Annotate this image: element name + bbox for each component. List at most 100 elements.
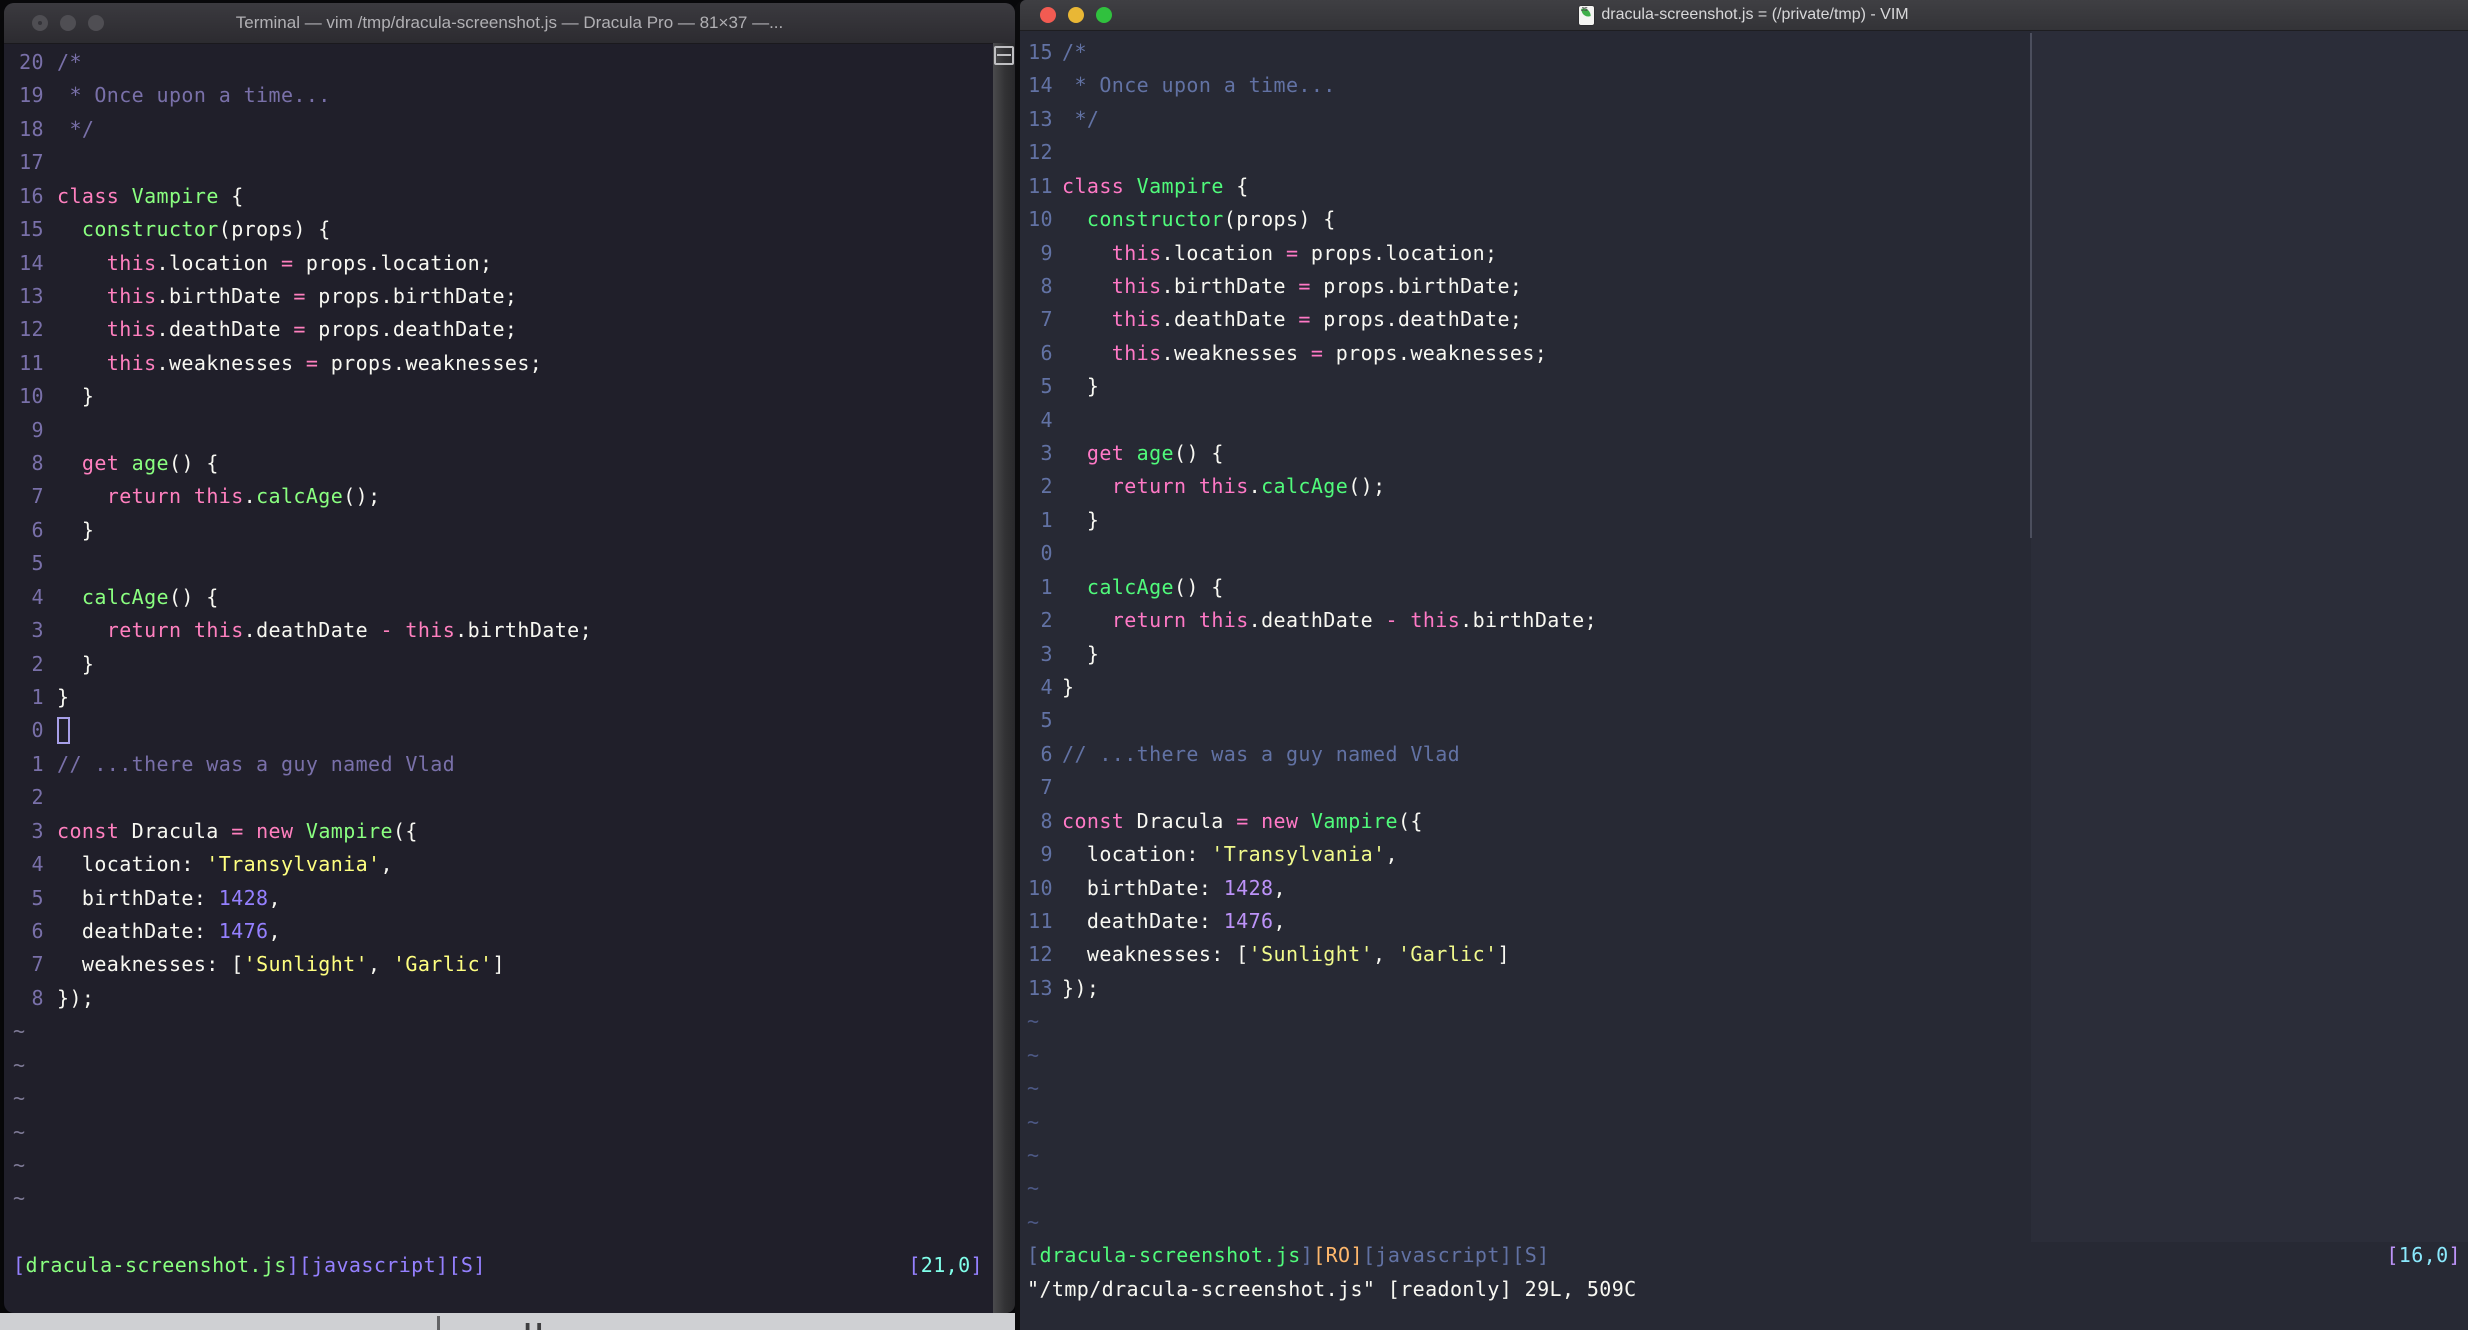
window-title: JS dracula-screenshot.js = (/private/tmp… [1579,0,1909,30]
code-line[interactable]: 6 } [4,514,1015,547]
close-dot-icon [38,21,42,25]
line-number: 15 [19,217,44,242]
tilde-line: ~ [13,1119,26,1144]
terminal-window: Terminal — vim /tmp/dracula-screenshot.j… [4,3,1015,1313]
background-partial-text: H [524,1317,604,1330]
code-line[interactable]: 3 return this.deathDate - this.birthDate… [4,614,1015,647]
line-number: 17 [19,150,44,175]
background-window-divider [437,1316,440,1330]
code-line[interactable]: 1// ...there was a guy named Vlad [4,748,1015,781]
line-number: 14 [1028,73,1053,98]
line-number: 11 [1028,908,1053,933]
minimize-button[interactable] [1068,7,1084,23]
vim-status-line: [dracula-screenshot.js][RO][javascript][… [1020,1239,2468,1272]
code-line[interactable]: 3 const Dracula = new Vampire({ [4,815,1015,848]
line-number: 4 [31,584,44,609]
code-line[interactable]: 15 constructor(props) { [4,213,1015,246]
line-number: 5 [31,885,44,910]
close-button[interactable] [32,15,48,31]
line-number: 16 [19,183,44,208]
window-title-text: dracula-screenshot.js = (/private/tmp) -… [1601,6,1909,23]
line-number: 6 [31,517,44,542]
line-number: 4 [1040,675,1053,700]
line-number: 19 [19,83,44,108]
line-number: 4 [31,852,44,877]
code-line[interactable]: 16 class Vampire { [4,180,1015,213]
code-line[interactable]: 0 [4,714,1015,747]
zoom-button[interactable] [1096,7,1112,23]
line-number: 8 [31,985,44,1010]
document-js-icon: JS [1579,5,1595,25]
status-file-info: [dracula-screenshot.js][RO][javascript][… [1027,1243,1550,1268]
line-number: 5 [31,551,44,576]
minimize-button[interactable] [60,15,76,31]
line-number: 15 [1028,40,1053,64]
line-number: 9 [1040,240,1053,265]
line-number: 12 [1028,942,1053,967]
line-number: 1 [1040,507,1053,532]
line-number: 2 [31,785,44,810]
code-line[interactable]: 17 [4,146,1015,179]
code-line[interactable]: 8 get age() { [4,447,1015,480]
code-line[interactable]: 11 this.weaknesses = props.weaknesses; [4,347,1015,380]
line-number: 3 [1040,441,1053,466]
code-line[interactable]: 7 return this.calcAge(); [4,480,1015,513]
line-number: 9 [31,417,44,442]
line-number: 12 [19,317,44,342]
code-line[interactable]: 8}); [4,982,1015,1015]
code-line[interactable]: 9 [4,414,1015,447]
code-line[interactable]: 2 } [4,648,1015,681]
code-line[interactable]: 5 [4,547,1015,580]
status-cursor-position: [21,0] [908,1253,983,1278]
tilde-line: ~ [13,1052,26,1077]
scrollbar-thumb[interactable] [2030,33,2032,538]
line-number: 7 [31,484,44,509]
code-line[interactable]: 6 deathDate: 1476, [4,915,1015,948]
tilde-line: ~ [13,1019,26,1044]
macvim-title-bar[interactable]: JS dracula-screenshot.js = (/private/tmp… [1020,0,2468,31]
line-number: 0 [31,718,44,743]
line-number: 1 [31,751,44,776]
line-number: 7 [1040,775,1053,800]
line-number: 6 [31,918,44,943]
line-number: 12 [1028,140,1053,165]
line-number: 1 [31,685,44,710]
terminal-title-bar[interactable]: Terminal — vim /tmp/dracula-screenshot.j… [4,3,1015,44]
line-number: 5 [1040,374,1053,399]
vim-buffer-left[interactable]: 20/* 19 * Once upon a time... 18 */17 16 cla… [4,46,1015,1313]
line-number: 9 [1040,842,1053,867]
line-number: 8 [1040,808,1053,833]
code-line[interactable]: 4 location: 'Transylvania', [4,848,1015,881]
status-cursor-position: [16,0] [2386,1243,2461,1268]
code-line[interactable]: 20/* [4,46,1015,79]
tilde-line: ~ [13,1152,26,1177]
line-number: 7 [1040,307,1053,332]
code-line[interactable]: 13 this.birthDate = props.birthDate; [4,280,1015,313]
code-line[interactable]: 18 */ [4,113,1015,146]
code-line[interactable]: 7 weaknesses: ['Sunlight', 'Garlic'] [4,948,1015,981]
code-line[interactable]: 1} [4,681,1015,714]
line-number: 3 [31,818,44,843]
line-number: 7 [31,952,44,977]
code-line[interactable]: 12 this.deathDate = props.deathDate; [4,313,1015,346]
terminal-scrollbar[interactable] [993,43,1015,1313]
code-line[interactable]: 19 * Once upon a time... [4,79,1015,112]
code-line[interactable]: 5 birthDate: 1428, [4,882,1015,915]
code-line[interactable]: 10 } [4,380,1015,413]
line-number: 2 [1040,608,1053,633]
line-number: 13 [1028,106,1053,131]
split-pane-button[interactable] [994,46,1014,65]
code-line[interactable]: 14 this.location = props.location; [4,247,1015,280]
line-number: 10 [1028,875,1053,900]
line-number: 13 [1028,975,1053,1000]
close-button[interactable] [1040,7,1056,23]
line-number: 6 [1040,741,1053,766]
zoom-button[interactable] [88,15,104,31]
line-number: 8 [1040,273,1053,298]
code-line[interactable]: 4 calcAge() { [4,581,1015,614]
window-title: Terminal — vim /tmp/dracula-screenshot.j… [235,13,784,32]
line-number: 2 [1040,474,1053,499]
status-file-info: [dracula-screenshot.js][javascript][S] [13,1253,486,1278]
macvim-window: 15/* 14 * Once upon a time... 13 */12 11 cla… [1015,0,2468,1330]
code-line[interactable]: 2 [4,781,1015,814]
